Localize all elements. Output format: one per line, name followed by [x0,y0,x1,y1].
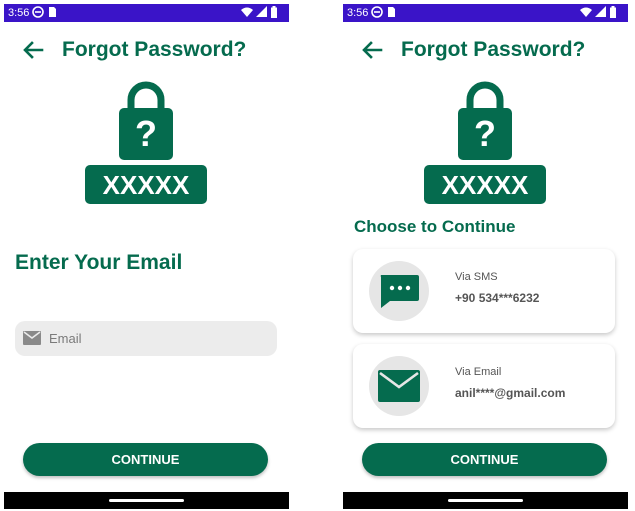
sms-option-value: +90 534***6232 [455,291,540,305]
page-title: Forgot Password? [401,38,586,61]
email-placeholder: Email [49,331,82,346]
status-time: 3:56 [8,7,30,19]
dnd-icon [371,6,383,18]
app-bar: Forgot Password? [4,34,289,66]
app-bar: Forgot Password? [343,34,628,66]
email-option-label: Via Email [455,366,502,378]
masked-code-text: XXXXX [442,170,529,200]
dnd-icon [32,6,44,18]
status-bar: 3:56 [4,4,289,22]
home-gesture-handle[interactable] [109,499,184,502]
sim-card-icon [49,7,56,17]
masked-code-text: XXXXX [103,170,190,200]
choose-method-screen: 3:56 Forgot Password? ? XXXXX Choose to … [343,4,628,509]
nav-bar [4,492,289,509]
battery-icon [271,6,277,18]
mail-icon [23,331,41,345]
enter-email-heading: Enter Your Email [15,251,183,274]
sms-option-card[interactable]: Via SMS +90 534***6232 [353,249,615,333]
email-option-value: anil****@gmail.com [455,386,566,400]
email-icon [378,370,420,402]
battery-icon [610,6,616,18]
sms-option-label: Via SMS [455,271,498,283]
continue-button[interactable]: CONTINUE [23,443,268,476]
wifi-icon [580,7,592,17]
svg-text:?: ? [474,113,496,154]
signal-icon [595,6,606,17]
sms-icon-circle [369,261,429,321]
enter-email-screen: 3:56 Forgot Password? ? XXXXX Enter Your… [4,4,289,509]
choose-heading: Choose to Continue [354,217,516,236]
page-title: Forgot Password? [62,38,247,61]
back-arrow-icon[interactable] [361,40,383,60]
signal-icon [256,6,267,17]
password-lock-illustration: ? XXXXX [85,81,207,204]
wifi-icon [241,7,253,17]
sms-icon [380,275,419,308]
home-gesture-handle[interactable] [448,499,523,502]
sim-card-icon [388,7,395,17]
status-time: 3:56 [347,7,369,19]
email-icon-circle [369,356,429,416]
svg-text:?: ? [135,113,157,154]
password-lock-illustration: ? XXXXX [424,81,546,204]
back-arrow-icon[interactable] [22,40,44,60]
email-option-card[interactable]: Via Email anil****@gmail.com [353,344,615,428]
nav-bar [343,492,628,509]
continue-button[interactable]: CONTINUE [362,443,607,476]
status-bar: 3:56 [343,4,628,22]
email-input[interactable]: Email [15,321,277,356]
